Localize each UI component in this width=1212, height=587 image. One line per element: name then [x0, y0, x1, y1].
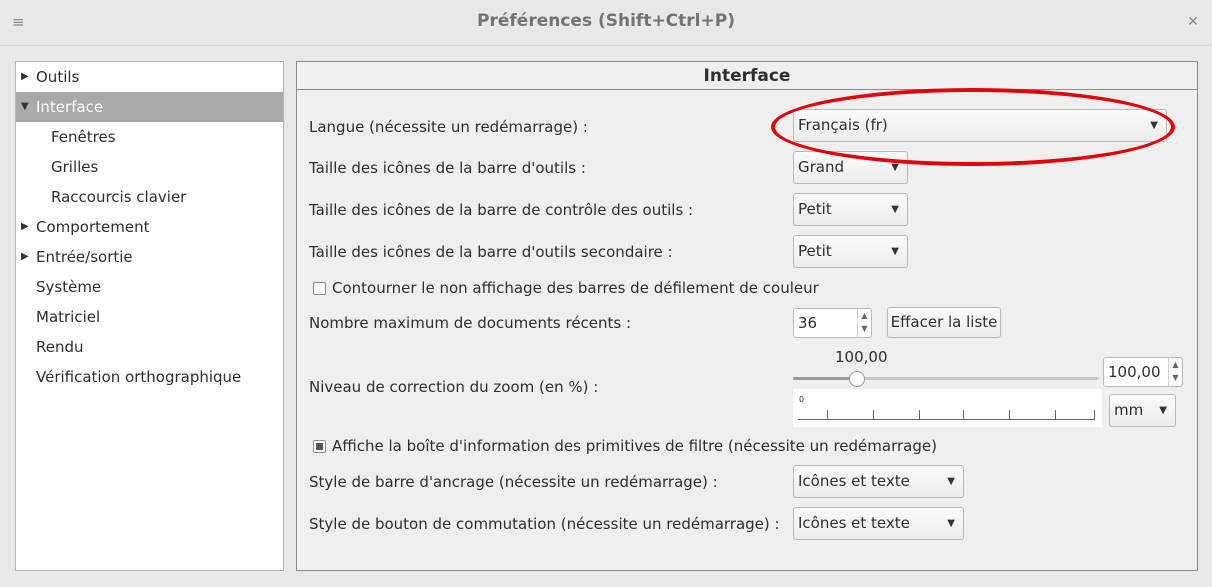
tree-item-label: Outils — [36, 68, 80, 86]
expand-down-icon[interactable]: ▼ — [21, 92, 31, 122]
dock-style-value: Icônes et texte — [798, 472, 910, 490]
tree-item-label: Fenêtres — [51, 128, 116, 146]
scrollbar-workaround-label: Contourner le non affichage des barres d… — [332, 279, 819, 297]
preferences-tree: ▶ Outils ▼ Interface Fenêtres Grilles Ra… — [15, 61, 284, 571]
chevron-down-icon: ▼ — [1150, 120, 1158, 131]
filter-info-label: Affiche la boîte d'information des primi… — [332, 437, 937, 455]
tree-item-grilles[interactable]: Grilles — [16, 152, 283, 182]
tree-item-fenetres[interactable]: Fenêtres — [16, 122, 283, 152]
zoom-ruler: 0 — [793, 389, 1102, 427]
chevron-down-icon: ▼ — [891, 204, 899, 215]
ruler-tick — [919, 410, 920, 420]
switcher-style-value: Icônes et texte — [798, 514, 910, 532]
switcher-style-combo[interactable]: Icônes et texte ▼ — [793, 507, 964, 540]
title-bar: ≡ Préférences (Shift+Ctrl+P) ✕ — [0, 0, 1212, 46]
chevron-down-icon: ▼ — [891, 246, 899, 257]
dock-style-label: Style de barre d'ancrage (nécessite un r… — [309, 473, 718, 491]
zoom-label: Niveau de correction du zoom (en %) : — [309, 378, 599, 396]
zoom-slider-handle[interactable] — [849, 371, 865, 387]
chevron-down-icon: ▼ — [947, 518, 955, 529]
clear-list-button[interactable]: Effacer la liste — [887, 307, 1001, 338]
toolcontrol-icon-size-label: Taille des icônes de la barre de contrôl… — [309, 201, 694, 219]
chevron-down-icon: ▼ — [1159, 405, 1167, 416]
ruler-tick — [827, 410, 828, 420]
tree-item-label: Comportement — [36, 218, 150, 236]
toolcontrol-icon-size-value: Petit — [798, 200, 832, 218]
spin-arrows-icon[interactable]: ▲ ▼ — [857, 309, 871, 337]
tree-item-label: Système — [36, 278, 102, 296]
tree-item-verification[interactable]: Vérification orthographique — [16, 362, 283, 392]
expand-right-icon[interactable]: ▶ — [21, 62, 31, 92]
ruler-zero-label: 0 — [799, 395, 805, 404]
tree-item-label: Grilles — [51, 158, 99, 176]
chevron-down-icon: ▼ — [891, 162, 899, 173]
recent-docs-value: 36 — [798, 314, 818, 332]
tree-item-rendu[interactable]: Rendu — [16, 332, 283, 362]
expand-right-icon[interactable]: ▶ — [21, 242, 31, 272]
window-title: Préférences (Shift+Ctrl+P) — [477, 11, 735, 31]
ruler-tick — [1094, 410, 1095, 420]
tree-item-matriciel[interactable]: Matriciel — [16, 302, 283, 332]
tree-item-raccourcis[interactable]: Raccourcis clavier — [16, 182, 283, 212]
recent-docs-label: Nombre maximum de documents récents : — [309, 314, 632, 332]
ruler-tick — [1055, 410, 1056, 420]
expand-right-icon[interactable]: ▶ — [21, 212, 31, 242]
tree-item-label: Interface — [36, 98, 104, 116]
secondary-icon-size-combo[interactable]: Petit ▼ — [793, 235, 908, 268]
spin-arrows-icon[interactable]: ▲ ▼ — [1168, 358, 1182, 386]
unit-combo[interactable]: mm ▼ — [1109, 394, 1176, 427]
secondary-icon-size-value: Petit — [798, 242, 832, 260]
unit-value: mm — [1114, 401, 1144, 419]
switcher-style-label: Style de bouton de commutation (nécessit… — [309, 515, 780, 533]
toolbar-icon-size-combo[interactable]: Grand ▼ — [793, 151, 908, 184]
tree-item-comportement[interactable]: ▶ Comportement — [16, 212, 283, 242]
zoom-slider-fill — [793, 377, 857, 380]
ruler-tick — [873, 410, 874, 420]
language-value: Français (fr) — [798, 116, 888, 134]
zoom-spinbox[interactable]: 100,00 ▲ ▼ — [1103, 357, 1183, 387]
tree-item-systeme[interactable]: Système — [16, 272, 283, 302]
ruler-baseline — [798, 419, 1095, 420]
zoom-spin-value: 100,00 — [1108, 363, 1161, 381]
ruler-tick — [963, 410, 964, 420]
chevron-down-icon: ▼ — [947, 476, 955, 487]
filter-info-checkbox[interactable] — [313, 440, 326, 453]
panel-title: Interface — [297, 62, 1197, 90]
tree-item-interface[interactable]: ▼ Interface — [16, 92, 283, 122]
language-label: Langue (nécessite un redémarrage) : — [309, 118, 588, 136]
tree-item-label: Vérification orthographique — [36, 368, 242, 386]
toolcontrol-icon-size-combo[interactable]: Petit ▼ — [793, 193, 908, 226]
tree-item-entree-sortie[interactable]: ▶ Entrée/sortie — [16, 242, 283, 272]
scrollbar-workaround-checkbox[interactable] — [313, 282, 326, 295]
tree-item-label: Rendu — [36, 338, 84, 356]
dock-style-combo[interactable]: Icônes et texte ▼ — [793, 465, 964, 498]
ruler-tick — [1009, 410, 1010, 420]
toolbar-icon-size-value: Grand — [798, 158, 845, 176]
secondary-icon-size-label: Taille des icônes de la barre d'outils s… — [309, 243, 673, 261]
tree-item-outils[interactable]: ▶ Outils — [16, 62, 283, 92]
zoom-slider-value: 100,00 — [835, 348, 888, 366]
close-icon[interactable]: ✕ — [1186, 12, 1200, 32]
language-combo[interactable]: Français (fr) ▼ — [793, 109, 1167, 142]
recent-docs-spinbox[interactable]: 36 ▲ ▼ — [793, 308, 872, 338]
tree-item-label: Entrée/sortie — [36, 248, 133, 266]
tree-item-label: Matriciel — [36, 308, 101, 326]
tree-item-label: Raccourcis clavier — [51, 188, 187, 206]
toolbar-icon-size-label: Taille des icônes de la barre d'outils : — [309, 159, 586, 177]
